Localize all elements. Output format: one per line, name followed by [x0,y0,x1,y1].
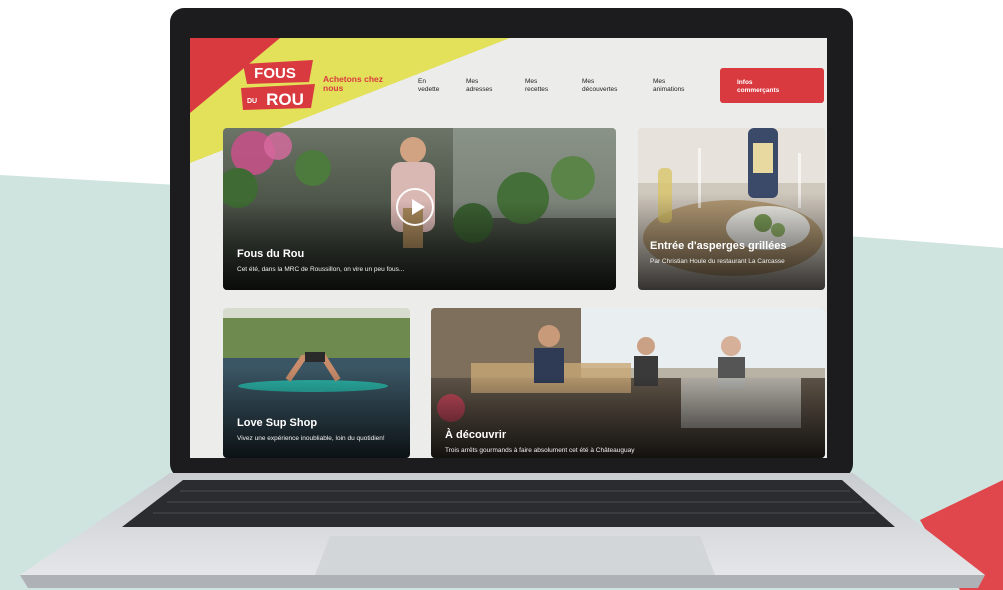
laptop-base [20,473,985,588]
